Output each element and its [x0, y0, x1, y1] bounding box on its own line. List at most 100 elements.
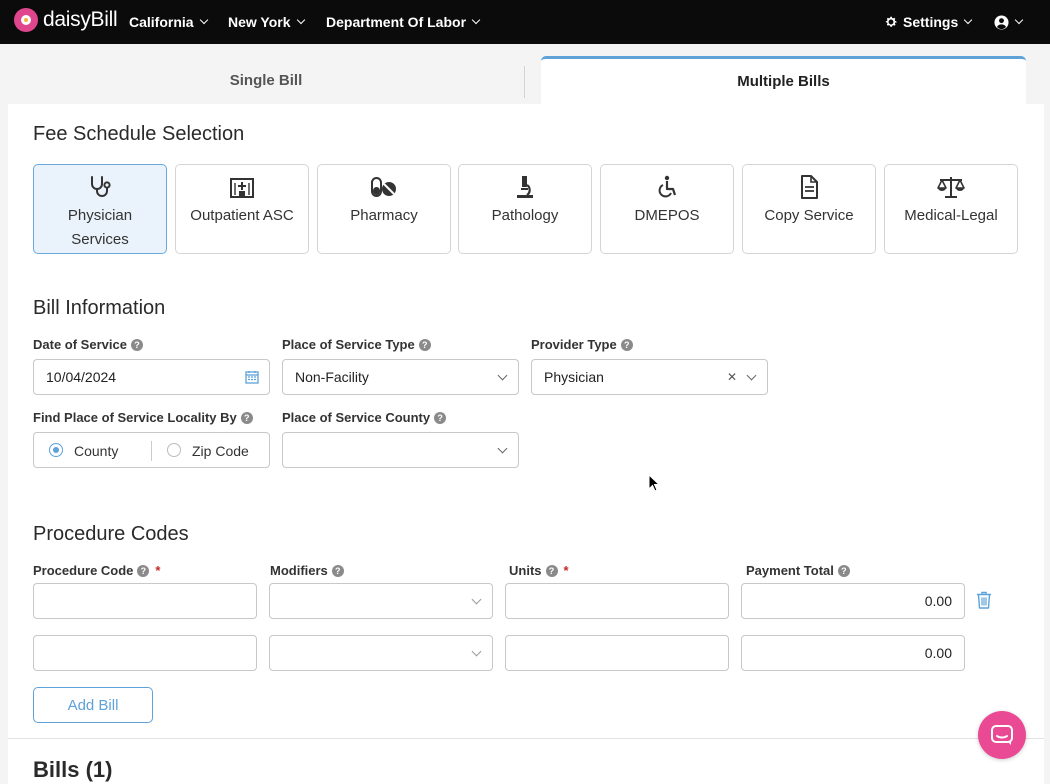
fee-option-label: Physician Services	[67, 207, 133, 248]
fee-option-dmepos[interactable]: DMEPOS	[600, 164, 734, 254]
pos-type-value: Non-Facility	[295, 369, 369, 385]
procedure-code-header: Procedure Code ? *	[33, 563, 160, 578]
nav-settings-dropdown[interactable]: Settings	[884, 0, 973, 44]
help-icon[interactable]: ?	[434, 411, 447, 424]
nav-user-dropdown[interactable]	[994, 0, 1024, 44]
bill-info-title: Bill Information	[33, 297, 166, 319]
date-of-service-label-text: Date of Service	[33, 337, 127, 352]
county-select[interactable]	[282, 432, 519, 468]
wheelchair-icon	[658, 175, 677, 198]
fee-option-medical-legal[interactable]: Medical-Legal	[884, 164, 1018, 254]
modifiers-header: Modifiers ?	[270, 563, 344, 578]
payment-total-header: Payment Total ?	[746, 563, 850, 578]
chevron-down-icon	[746, 370, 757, 381]
provider-type-select[interactable]: Physician ✕	[531, 359, 768, 395]
fee-option-label: Copy Service	[764, 207, 854, 224]
county-label: Place of Service County ?	[282, 410, 447, 425]
help-icon[interactable]: ?	[137, 564, 150, 577]
procedure-code-header-text: Procedure Code	[33, 563, 134, 578]
fee-schedule-title: Fee Schedule Selection	[33, 123, 245, 145]
clear-icon[interactable]: ✕	[727, 370, 737, 384]
nav-state-label: California	[129, 14, 194, 30]
fee-option-pharmacy[interactable]: Pharmacy	[317, 164, 451, 254]
chevron-down-icon	[296, 15, 305, 25]
fee-option-copy-service[interactable]: Copy Service	[742, 164, 876, 254]
fee-option-label: Pharmacy	[350, 207, 418, 224]
gear-icon	[885, 16, 897, 27]
fee-option-label: Outpatient ASC	[190, 207, 294, 224]
modifiers-select-1[interactable]	[269, 583, 493, 619]
fee-option-label: DMEPOS	[634, 207, 700, 224]
help-icon[interactable]: ?	[545, 564, 558, 577]
date-of-service-input[interactable]: 10/04/2024	[33, 359, 270, 395]
locality-radio-group: County Zip Code	[33, 432, 270, 468]
brand-name: daisyBill	[43, 8, 118, 31]
payment-total-input-1[interactable]: 0.00	[741, 583, 965, 619]
radio-zip-code[interactable]	[167, 443, 181, 457]
modifiers-header-text: Modifiers	[270, 563, 328, 578]
nav-city-dropdown[interactable]: New York	[228, 0, 305, 44]
top-navbar: daisyBill California New York Department…	[0, 0, 1050, 44]
chevron-down-icon	[1014, 15, 1024, 25]
add-bill-button[interactable]: Add Bill	[33, 687, 153, 723]
scales-icon	[937, 177, 965, 198]
bills-title: Bills (1)	[33, 757, 113, 782]
bill-mode-tabs: Single Bill Multiple Bills	[8, 56, 1044, 104]
payment-total-input-2[interactable]: 0.00	[741, 635, 965, 671]
chat-icon	[991, 725, 1013, 745]
procedure-code-input-2[interactable]	[33, 635, 257, 671]
fee-option-physician-services[interactable]: Physician Services	[33, 164, 167, 254]
locality-label: Find Place of Service Locality By ?	[33, 410, 253, 425]
help-icon[interactable]: ?	[240, 411, 253, 424]
trash-icon[interactable]	[976, 591, 992, 609]
fee-option-label: Pathology	[491, 207, 559, 224]
radio-zip-code-label[interactable]: Zip Code	[192, 443, 249, 459]
required-marker: *	[563, 563, 569, 578]
units-input-2[interactable]	[505, 635, 729, 671]
document-icon	[801, 175, 818, 199]
locality-label-text: Find Place of Service Locality By	[33, 410, 237, 425]
units-input-1[interactable]	[505, 583, 729, 619]
provider-type-value: Physician	[544, 369, 604, 385]
mouse-cursor-icon	[648, 474, 660, 492]
nav-agency-dropdown[interactable]: Department Of Labor	[326, 0, 481, 44]
nav-settings-label: Settings	[903, 14, 959, 30]
pos-type-label-text: Place of Service Type	[282, 337, 415, 352]
tab-single-bill[interactable]: Single Bill	[8, 56, 524, 104]
tab-divider	[524, 66, 525, 98]
stethoscope-icon	[91, 176, 111, 197]
chevron-down-icon	[471, 15, 481, 25]
fee-option-outpatient-asc[interactable]: Outpatient ASC	[175, 164, 309, 254]
required-marker: *	[155, 563, 161, 578]
provider-type-label-text: Provider Type	[531, 337, 617, 352]
chevron-down-icon	[497, 443, 508, 454]
help-icon[interactable]: ?	[418, 338, 431, 351]
help-icon[interactable]: ?	[130, 338, 143, 351]
procedure-code-input-1[interactable]	[33, 583, 257, 619]
nav-state-dropdown[interactable]: California	[129, 0, 208, 44]
chevron-down-icon	[199, 15, 208, 25]
pills-icon	[371, 177, 396, 197]
calendar-icon[interactable]	[245, 370, 259, 384]
units-header-text: Units	[509, 563, 542, 578]
nav-agency-label: Department Of Labor	[326, 14, 467, 30]
radio-county[interactable]	[49, 443, 63, 457]
units-header: Units ? *	[509, 563, 569, 578]
provider-type-label: Provider Type ?	[531, 337, 633, 352]
help-icon[interactable]: ?	[620, 338, 633, 351]
fee-option-label: Medical-Legal	[904, 207, 998, 224]
pos-type-select[interactable]: Non-Facility	[282, 359, 519, 395]
user-circle-icon	[994, 14, 1009, 30]
radio-separator	[151, 441, 152, 461]
brand[interactable]: daisyBill	[14, 8, 118, 32]
pos-type-label: Place of Service Type ?	[282, 337, 431, 352]
help-icon[interactable]: ?	[837, 564, 850, 577]
tab-multiple-bills[interactable]: Multiple Bills	[541, 56, 1026, 104]
chevron-down-icon	[471, 594, 482, 605]
help-icon[interactable]: ?	[331, 564, 344, 577]
chevron-down-icon	[963, 15, 973, 25]
fee-option-pathology[interactable]: Pathology	[458, 164, 592, 254]
radio-county-label[interactable]: County	[74, 443, 118, 459]
modifiers-select-2[interactable]	[269, 635, 493, 671]
chat-launcher-button[interactable]	[978, 711, 1026, 759]
